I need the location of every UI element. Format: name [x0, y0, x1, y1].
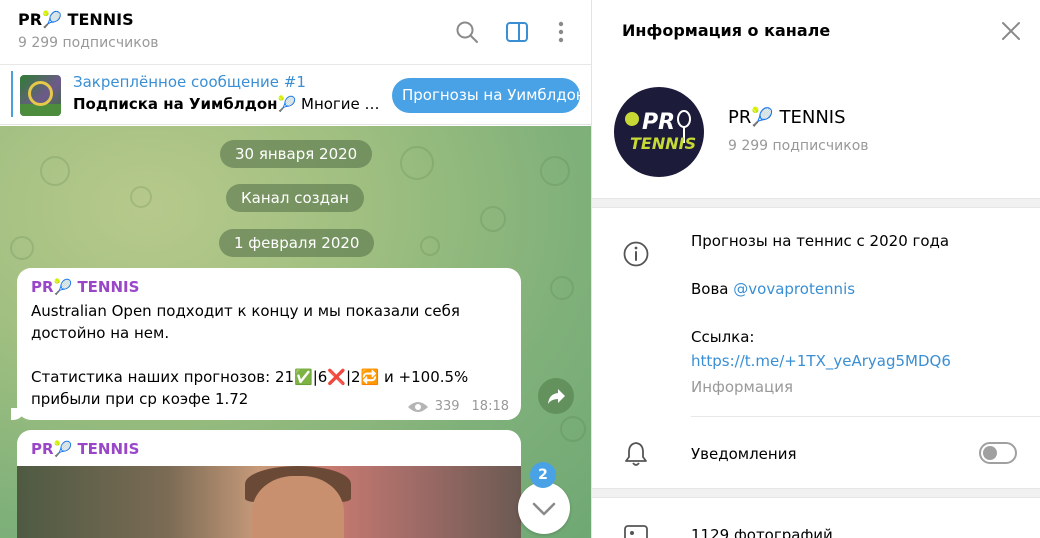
- message-views: 339: [434, 399, 460, 414]
- bell-icon: [625, 442, 647, 466]
- more-menu-icon[interactable]: [548, 19, 574, 45]
- message-time: 18:18: [471, 399, 509, 414]
- channel-subscribers: 9 299 подписчиков: [728, 138, 869, 154]
- pinned-action-button[interactable]: Прогнозы на Уимблдон: [392, 78, 580, 113]
- info-title: Информация о канале: [622, 21, 831, 40]
- service-message: Канал создан: [226, 184, 364, 212]
- search-icon[interactable]: [454, 19, 480, 45]
- message-author[interactable]: PR🎾 TENNIS: [31, 440, 139, 458]
- forward-button[interactable]: [538, 378, 574, 414]
- info-icon: [623, 241, 649, 267]
- message-line: прибыли при ср коэфе 1.72: [31, 390, 249, 408]
- message-photo[interactable]: [17, 466, 521, 538]
- pinned-text: Подписка на Уимблдон🎾 Многие …: [73, 95, 378, 113]
- message-line: Статистика наших прогнозов: 21✅|6❌|2🔁 и …: [31, 368, 469, 386]
- message-meta: 339 18:18: [407, 399, 509, 414]
- photo-icon: [624, 525, 648, 538]
- sidebar-toggle-icon[interactable]: [504, 19, 530, 45]
- chevron-down-icon: [532, 502, 556, 516]
- chat-pane: PR🎾 TENNIS 9 299 подписчиков Закреплённо…: [0, 0, 591, 538]
- scroll-down-button[interactable]: [518, 482, 570, 534]
- chat-messages[interactable]: 30 января 2020 Канал создан 1 февраля 20…: [0, 126, 591, 538]
- row-divider: [691, 416, 1040, 417]
- channel-description: Прогнозы на теннис с 2020 года: [691, 232, 950, 250]
- date-separator: 1 февраля 2020: [219, 229, 375, 257]
- share-icon: [548, 389, 565, 404]
- pinned-message[interactable]: Закреплённое сообщение #1 Подписка на Уи…: [0, 65, 591, 125]
- chat-subscribers: 9 299 подписчиков: [18, 35, 159, 51]
- message-author[interactable]: PR🎾 TENNIS: [31, 278, 139, 296]
- pinned-indicator: [11, 71, 13, 117]
- close-icon[interactable]: [1000, 20, 1022, 42]
- photos-count[interactable]: 1129 фотографий: [691, 526, 833, 538]
- unread-badge: 2: [530, 462, 556, 488]
- link-label: Ссылка:: [691, 328, 755, 346]
- channel-name: PR🎾 TENNIS: [728, 107, 846, 128]
- notifications-toggle[interactable]: [979, 442, 1017, 464]
- channel-avatar[interactable]: PR TENNIS: [614, 87, 704, 177]
- invite-link[interactable]: https://t.me/+1TX_yeAryag5MDQ6: [691, 352, 951, 370]
- message-line: Australian Open подходит к концу и мы по…: [31, 302, 460, 320]
- message-bubble[interactable]: PR🎾 TENNIS Australian Open подходит к ко…: [11, 268, 521, 420]
- message-line: достойно на нем.: [31, 324, 170, 342]
- channel-info-pane: Информация о канале PR TENNIS PR🎾 TENNIS…: [591, 0, 1040, 538]
- chat-header[interactable]: PR🎾 TENNIS 9 299 подписчиков: [0, 0, 591, 65]
- bubble-tail: [11, 408, 25, 420]
- info-header: Информация о канале: [592, 0, 1040, 64]
- views-icon: [407, 401, 428, 412]
- channel-logo-icon: PR TENNIS: [625, 110, 696, 153]
- notifications-label: Уведомления: [691, 445, 797, 463]
- toggle-knob: [983, 446, 997, 460]
- svg-text:TENNIS: TENNIS: [630, 134, 696, 153]
- section-divider: [592, 488, 1040, 498]
- pinned-title: Закреплённое сообщение #1: [73, 73, 306, 91]
- author-handle-link[interactable]: @vovaprotennis: [733, 280, 855, 298]
- chat-title[interactable]: PR🎾 TENNIS: [18, 10, 134, 29]
- date-separator: 30 января 2020: [220, 140, 373, 168]
- channel-author: Вова @vovaprotennis: [691, 280, 856, 298]
- pinned-thumbnail: [20, 75, 61, 116]
- svg-text:PR: PR: [642, 110, 675, 135]
- info-caption: Информация: [691, 378, 794, 396]
- section-divider: [592, 198, 1040, 208]
